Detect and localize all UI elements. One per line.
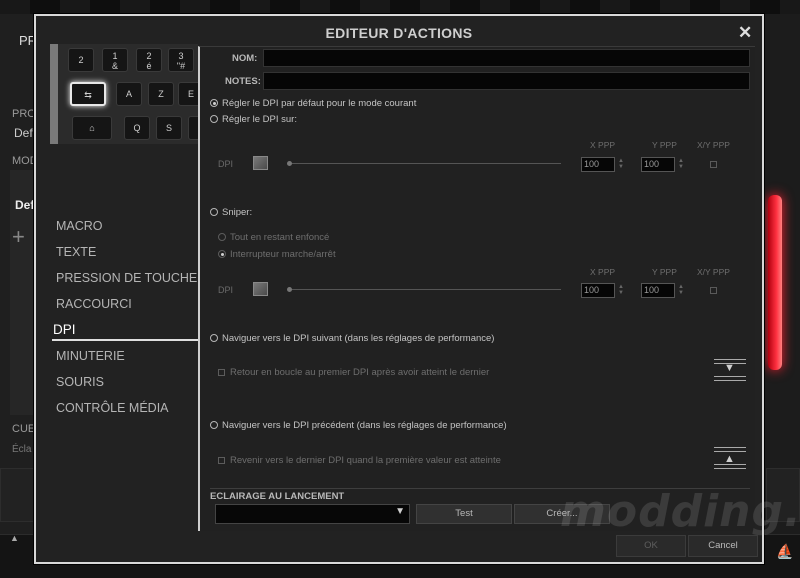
menu-item-dpi[interactable]: DPI [53, 322, 76, 337]
key[interactable]: S [156, 116, 182, 140]
spinner-icon[interactable]: ▲ ▼ [618, 284, 624, 296]
x-ppp-input[interactable]: 100 [581, 283, 615, 298]
spinner-icon[interactable]: ▲ ▼ [678, 284, 684, 296]
dpi-settings-panel: NOM: NOTES: Régler le DPI par défaut pou… [198, 46, 755, 531]
radio-next-dpi[interactable]: Naviguer vers le DPI suivant (dans les r… [210, 333, 494, 344]
dpi-label: DPI [218, 159, 234, 169]
app-value-mode[interactable]: Def [15, 198, 34, 212]
col-y-ppp: Y PPP [652, 267, 677, 277]
radio-icon [210, 421, 218, 429]
xy-link-checkbox[interactable] [710, 287, 717, 294]
radio-icon [218, 233, 226, 241]
checkbox-icon [218, 457, 225, 464]
key[interactable]: E [178, 82, 198, 106]
key[interactable]: ⌂ [72, 116, 112, 140]
checkbox-icon [218, 369, 225, 376]
action-editor-dialog: EDITEUR D'ACTIONS ✕ 2 1 & 2 é 3 "# ⇆ A Z… [34, 14, 764, 564]
name-label: NOM: [232, 53, 258, 64]
radio-sniper[interactable]: Sniper: [210, 207, 252, 218]
radio-icon [210, 334, 218, 342]
menu-item-raccourci[interactable]: RACCOURCI [56, 297, 132, 311]
key[interactable]: Q [124, 116, 150, 140]
menu-item-macro[interactable]: MACRO [56, 219, 103, 233]
key[interactable] [188, 116, 198, 140]
name-field[interactable] [263, 49, 750, 67]
arrow-down-bar-icon[interactable]: ▼ [714, 359, 746, 381]
cancel-button[interactable]: Cancel [688, 535, 758, 557]
menu-item-minuterie[interactable]: MINUTERIE [56, 349, 125, 363]
ok-button[interactable]: OK [616, 535, 686, 557]
radio-icon [210, 115, 218, 123]
create-button[interactable]: Créer... [514, 504, 610, 524]
key[interactable]: 2 é [136, 48, 162, 72]
menu-item-texte[interactable]: TEXTE [56, 245, 96, 259]
radio-icon [210, 99, 218, 107]
radio-sniper-hold[interactable]: Tout en restant enfoncé [218, 232, 329, 243]
radio-prev-dpi[interactable]: Naviguer vers le DPI précédent (dans les… [210, 420, 507, 431]
key[interactable]: 2 [68, 48, 94, 72]
col-x-ppp: X PPP [590, 267, 616, 277]
radio-icon [210, 208, 218, 216]
notes-label: NOTES: [225, 76, 261, 87]
key[interactable]: Z [148, 82, 174, 106]
app-top-bar [0, 0, 800, 14]
key[interactable]: 1 & [102, 48, 128, 72]
chevron-down-icon: ▼ [395, 506, 405, 517]
plus-icon[interactable]: + [12, 224, 25, 250]
col-xy-ppp: X/Y PPP [697, 267, 730, 277]
xy-link-checkbox[interactable] [710, 161, 717, 168]
menu-item-controle-media[interactable]: CONTRÔLE MÉDIA [56, 401, 169, 415]
device-led-glow [768, 195, 782, 370]
key-tab-selected[interactable]: ⇆ [70, 82, 106, 106]
radio-default-dpi[interactable]: Régler le DPI par défaut pour le mode co… [210, 98, 416, 109]
divider [210, 488, 750, 489]
col-xy-ppp: X/Y PPP [697, 140, 730, 150]
dpi-color-swatch[interactable] [253, 156, 268, 170]
arrow-up-bar-icon[interactable]: ▲ [714, 447, 746, 469]
lighting-select[interactable]: ▼ [215, 504, 410, 524]
keyboard-preview: 2 1 & 2 é 3 "# ⇆ A Z E ⌂ Q S [50, 44, 198, 144]
y-ppp-input[interactable]: 100 [641, 283, 675, 298]
x-ppp-input[interactable]: 100 [581, 157, 615, 172]
menu-active-underline [52, 339, 198, 341]
notes-field[interactable] [263, 72, 750, 90]
spinner-icon[interactable]: ▲ ▼ [618, 158, 624, 170]
corsair-sails-icon: ⛵ [776, 543, 794, 559]
key[interactable]: 3 "# [168, 48, 194, 72]
app-label-cue: CUE [12, 423, 36, 435]
y-ppp-input[interactable]: 100 [641, 157, 675, 172]
radio-set-dpi[interactable]: Régler le DPI sur: [210, 114, 297, 125]
dpi-slider[interactable] [289, 163, 561, 164]
dialog-title: EDITEUR D'ACTIONS [325, 25, 473, 41]
app-value-profile[interactable]: Def [14, 126, 33, 140]
dpi-label: DPI [218, 285, 234, 295]
checkbox-loop-next[interactable]: Retour en boucle au premier DPI après av… [218, 367, 489, 378]
test-button[interactable]: Test [416, 504, 512, 524]
sniper-slider-handle[interactable] [287, 287, 292, 292]
col-x-ppp: X PPP [590, 140, 616, 150]
app-value-lighting[interactable]: Écla [12, 444, 31, 455]
lighting-label: ECLAIRAGE AU LANCEMENT [210, 491, 345, 502]
app-label-profile: PRO [12, 108, 36, 120]
sniper-dpi-slider[interactable] [289, 289, 561, 290]
key[interactable]: A [116, 82, 142, 106]
dpi-slider-handle[interactable] [287, 161, 292, 166]
triangle-up-icon[interactable]: ▲ [10, 533, 19, 543]
radio-icon [218, 250, 226, 258]
menu-item-pression-de-touche[interactable]: PRESSION DE TOUCHE [56, 271, 197, 285]
spinner-icon[interactable]: ▲ ▼ [678, 158, 684, 170]
close-icon[interactable]: ✕ [738, 23, 752, 43]
sniper-color-swatch[interactable] [253, 282, 268, 296]
checkbox-loop-prev[interactable]: Revenir vers le dernier DPI quand la pre… [218, 455, 501, 466]
col-y-ppp: Y PPP [652, 140, 677, 150]
radio-sniper-toggle[interactable]: Interrupteur marche/arrêt [218, 249, 336, 260]
menu-item-souris[interactable]: SOURIS [56, 375, 104, 389]
